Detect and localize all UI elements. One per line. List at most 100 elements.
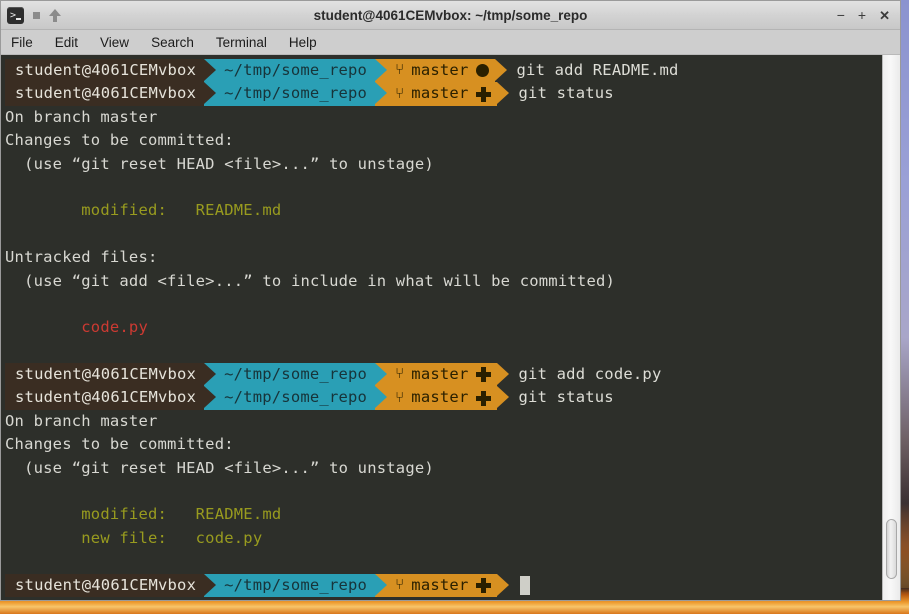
prompt-path-segment: ~/tmp/some_repo: [216, 386, 376, 410]
terminal-output-line: Changes to be committed:: [5, 433, 882, 456]
git-branch-name: master: [411, 575, 469, 594]
terminal-output-line: On branch master: [5, 106, 882, 129]
powerline-separator: [375, 59, 388, 83]
git-staged-plus-icon: [475, 367, 491, 383]
powerline-separator: [204, 59, 217, 83]
terminal-text: modified: README.md: [5, 201, 282, 220]
window-controls: − + ✕: [837, 8, 894, 22]
terminal-text: Untracked files:: [5, 248, 158, 267]
menu-item-help[interactable]: Help: [289, 35, 317, 50]
prompt-user-segment: student@4061CEMvbox: [5, 82, 205, 106]
git-clean-dot-icon: [475, 64, 489, 78]
terminal-window: student@4061CEMvbox: ~/tmp/some_repo − +…: [0, 0, 901, 601]
terminal-text: Changes to be committed:: [5, 435, 234, 454]
git-staged-plus-icon: [475, 390, 491, 406]
terminal-area: student@4061CEMvbox ~/tmp/some_repo ⑂ maste…: [1, 55, 900, 600]
powerline-prompt: student@4061CEMvbox ~/tmp/some_repo ⑂ maste…: [5, 386, 509, 410]
git-branch-name: master: [411, 61, 469, 79]
scrollbar-thumb[interactable]: [886, 519, 897, 579]
terminal-command: git add code.py: [518, 365, 662, 384]
terminal-output-line: Changes to be committed:: [5, 129, 882, 152]
powerline-separator: [496, 573, 509, 597]
terminal-command: git add README.md: [516, 61, 679, 79]
terminal-prompt-line: student@4061CEMvbox ~/tmp/some_repo ⑂ maste…: [5, 59, 882, 83]
powerline-separator: [496, 363, 509, 386]
powerline-separator: [204, 573, 217, 597]
prompt-git-segment: ⑂ master: [387, 59, 495, 83]
terminal-text: (use “git add <file>...” to include in w…: [5, 271, 616, 290]
terminal-command: git status: [518, 388, 614, 407]
powerline-prompt: student@4061CEMvbox ~/tmp/some_repo ⑂ maste…: [5, 82, 509, 106]
terminal-icon[interactable]: [7, 6, 24, 24]
powerline-separator: [375, 82, 388, 106]
powerline-separator: [204, 82, 217, 106]
powerline-prompt: student@4061CEMvbox ~/tmp/some_repo ⑂ maste…: [5, 59, 507, 83]
terminal-output-line: (use “git reset HEAD <file>...” to unsta…: [5, 153, 882, 176]
powerline-separator: [496, 82, 509, 105]
terminal-output-line: new file: code.py: [5, 527, 882, 550]
git-branch-name: master: [411, 365, 469, 384]
prompt-user-segment: student@4061CEMvbox: [5, 363, 205, 387]
terminal-output-line: code.py: [5, 316, 882, 339]
terminal-output-line: modified: README.md: [5, 503, 882, 526]
terminal-prompt-line: student@4061CEMvbox ~/tmp/some_repo ⑂ maste…: [5, 386, 882, 410]
prompt-git-segment: ⑂ master: [387, 363, 497, 387]
powerline-separator: [496, 386, 509, 409]
vertical-scrollbar[interactable]: [882, 55, 900, 600]
git-branch-icon: ⑂: [395, 83, 405, 102]
terminal-command: git status: [518, 84, 614, 103]
minimize-button[interactable]: −: [837, 8, 845, 22]
terminal-output-line: Untracked files:: [5, 246, 882, 269]
menu-item-view[interactable]: View: [100, 35, 129, 50]
menu-item-search[interactable]: Search: [151, 35, 194, 50]
terminal-prompt-line: student@4061CEMvbox ~/tmp/some_repo ⑂ maste…: [5, 82, 882, 106]
terminal-output-line: (use “git add <file>...” to include in w…: [5, 270, 882, 293]
powerline-separator: [375, 573, 388, 597]
powerline-prompt: student@4061CEMvbox ~/tmp/some_repo ⑂ maste…: [5, 573, 509, 597]
terminal-text: (use “git reset HEAD <file>...” to unsta…: [5, 458, 434, 477]
git-staged-plus-icon: [475, 577, 491, 593]
terminal-cursor: [519, 575, 530, 595]
prompt-path-segment: ~/tmp/some_repo: [216, 573, 376, 597]
terminal-text: new file: code.py: [5, 528, 263, 547]
square-icon[interactable]: [33, 11, 40, 19]
menu-bar: File Edit View Search Terminal Help: [1, 30, 900, 55]
window-title: student@4061CEMvbox: ~/tmp/some_repo: [313, 7, 588, 23]
git-branch-name: master: [411, 84, 469, 103]
menu-item-terminal[interactable]: Terminal: [216, 35, 267, 50]
powerline-separator: [494, 59, 507, 82]
menu-item-edit[interactable]: Edit: [55, 35, 78, 50]
git-branch-icon: ⑂: [395, 387, 405, 406]
maximize-button[interactable]: +: [858, 8, 866, 22]
git-staged-plus-icon: [475, 86, 491, 102]
menu-item-file[interactable]: File: [11, 35, 33, 50]
terminal-text: (use “git reset HEAD <file>...” to unsta…: [5, 154, 434, 173]
arrow-up-icon[interactable]: [49, 8, 61, 22]
git-branch-icon: ⑂: [395, 60, 405, 79]
terminal-output[interactable]: student@4061CEMvbox ~/tmp/some_repo ⑂ maste…: [1, 55, 882, 600]
prompt-path-segment: ~/tmp/some_repo: [216, 363, 376, 387]
prompt-git-segment: ⑂ master: [387, 573, 497, 597]
powerline-separator: [375, 363, 388, 387]
titlebar-left-controls: [7, 6, 61, 24]
git-branch-icon: ⑂: [395, 574, 405, 593]
powerline-separator: [204, 386, 217, 410]
git-branch-icon: ⑂: [395, 364, 405, 383]
prompt-path-segment: ~/tmp/some_repo: [216, 82, 376, 106]
powerline-separator: [375, 386, 388, 410]
powerline-separator: [204, 363, 217, 387]
window-titlebar: student@4061CEMvbox: ~/tmp/some_repo − +…: [1, 1, 900, 30]
prompt-user-segment: student@4061CEMvbox: [5, 59, 205, 83]
terminal-text: code.py: [5, 318, 148, 337]
terminal-prompt-line: student@4061CEMvbox ~/tmp/some_repo ⑂ maste…: [5, 363, 882, 387]
terminal-output-line: modified: README.md: [5, 199, 882, 222]
prompt-user-segment: student@4061CEMvbox: [5, 573, 205, 597]
close-button[interactable]: ✕: [879, 9, 890, 22]
git-branch-name: master: [411, 388, 469, 407]
powerline-prompt: student@4061CEMvbox ~/tmp/some_repo ⑂ maste…: [5, 363, 509, 387]
